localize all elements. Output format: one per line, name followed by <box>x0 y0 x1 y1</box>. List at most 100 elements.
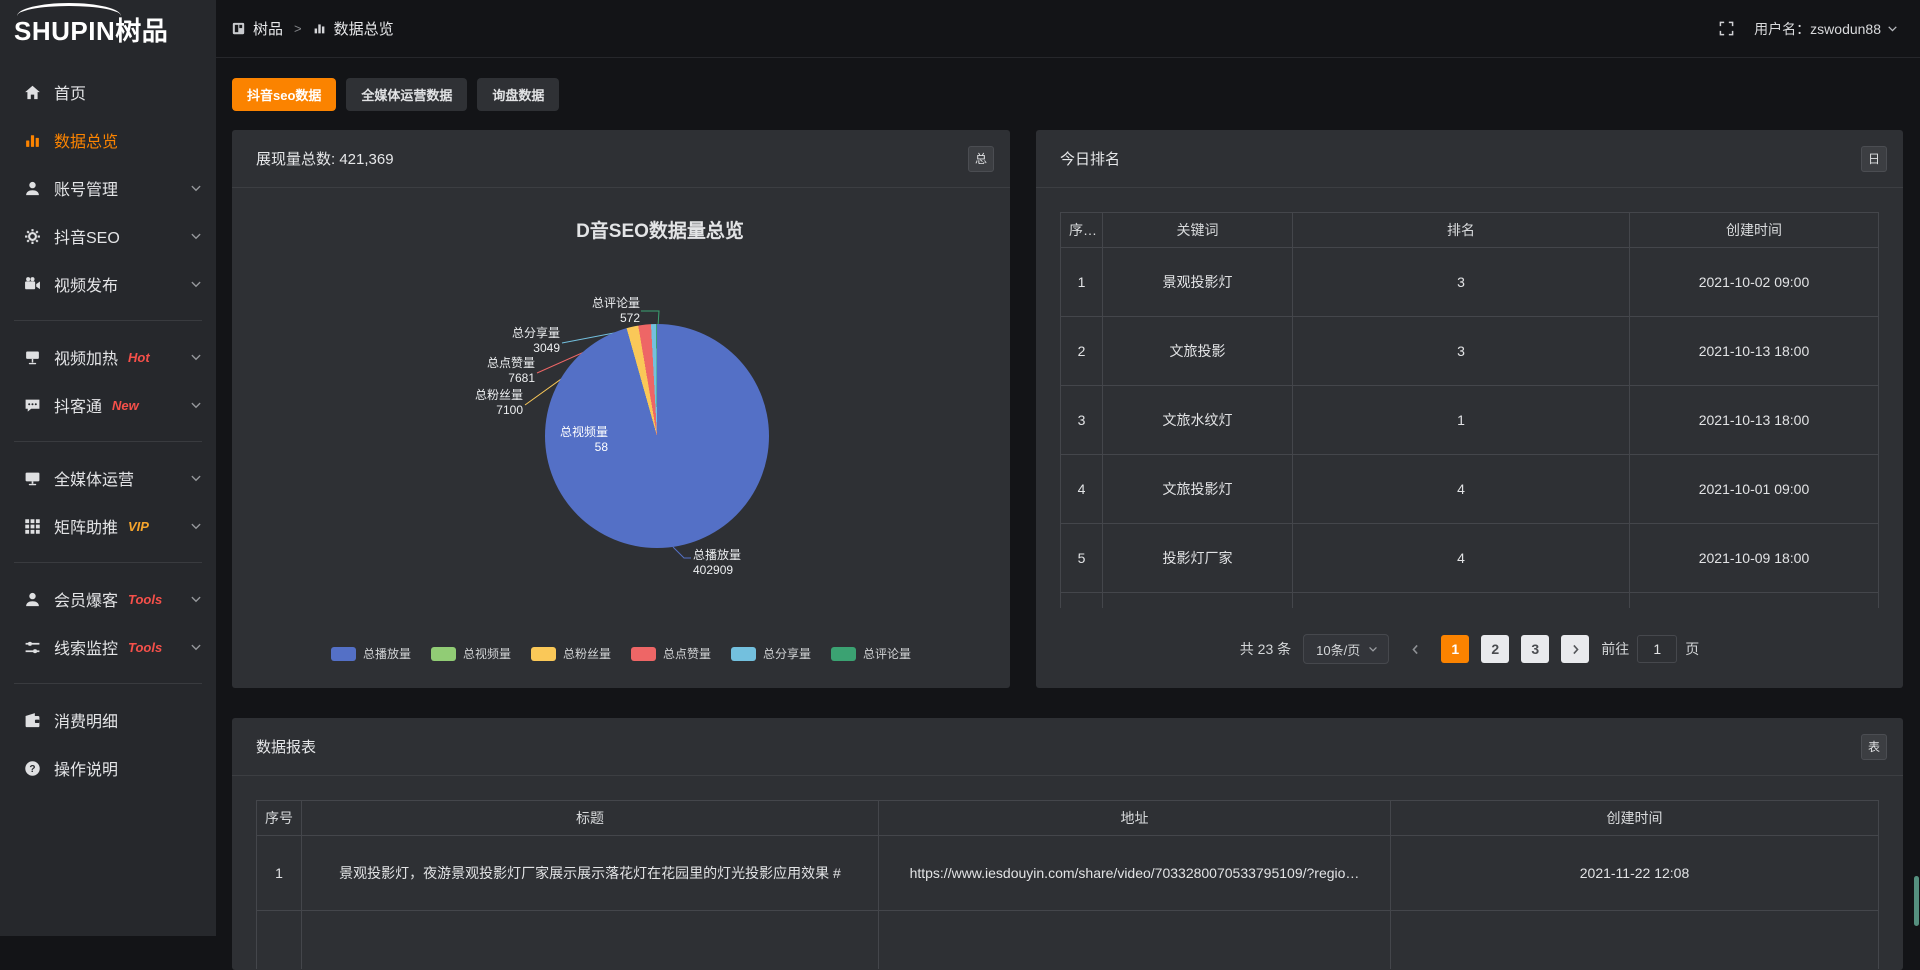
chevron-down-icon <box>190 593 202 605</box>
scrollbar-thumb[interactable] <box>1914 876 1919 926</box>
sidebar-item-lead-monitor[interactable]: 线索监控 Tools <box>0 623 216 671</box>
sidebar-item-label: 首页 <box>54 80 86 104</box>
day-toggle-button[interactable]: 日 <box>1861 146 1887 172</box>
ranking-table-wrap: 序号 关键词 排名 创建时间 1景观投影灯32021-10-02 09:00 2… <box>1036 188 1903 608</box>
chevron-down-icon <box>1368 644 1378 654</box>
legend-swatch <box>631 647 656 661</box>
sidebar-item-matrix-boost[interactable]: 矩阵助推 VIP <box>0 502 216 550</box>
sidebar-item-label: 视频发布 <box>54 272 118 296</box>
seo-overview-panel: 展现量总数: 421,369 总 D音SEO数据量总览 总评论量572 总分 <box>232 130 1010 688</box>
tab-media-operation-data[interactable]: 全媒体运营数据 <box>346 78 467 111</box>
legend-item[interactable]: 总分享量 <box>731 645 811 662</box>
logo[interactable]: SHUPIN树品 <box>0 0 216 58</box>
sidebar-item-label: 视频加热 <box>54 345 118 369</box>
hot-badge: Hot <box>128 350 150 365</box>
table-row-partial <box>1061 593 1879 608</box>
breadcrumb-separator: > <box>294 21 302 36</box>
topbar-right: 用户名：zswodun88 <box>1719 19 1898 39</box>
page-button-1[interactable]: 1 <box>1441 635 1469 663</box>
app-square-icon <box>232 22 245 35</box>
chevron-down-icon <box>190 399 202 411</box>
pie-label-plays: 总播放量402909 <box>693 548 785 578</box>
page-size-select[interactable]: 10条/页 <box>1303 634 1389 664</box>
sidebar-item-label: 抖音SEO <box>54 224 120 248</box>
label-connector-line <box>673 547 691 558</box>
column-header: 序号 <box>257 801 302 836</box>
tab-inquiry-data[interactable]: 询盘数据 <box>477 78 559 111</box>
next-page-button[interactable] <box>1561 635 1589 663</box>
column-header: 创建时间 <box>1391 801 1879 836</box>
today-ranking-panel: 今日排名 日 序号 关键词 排名 创建时间 <box>1036 130 1903 688</box>
sidebar-item-account[interactable]: 账号管理 <box>0 164 216 212</box>
user-icon <box>24 180 41 197</box>
legend-item[interactable]: 总视频量 <box>431 645 511 662</box>
chevron-down-icon <box>190 520 202 532</box>
table-toggle-button[interactable]: 表 <box>1861 734 1887 760</box>
goto-page-input[interactable] <box>1637 635 1677 663</box>
fullscreen-icon[interactable] <box>1719 21 1734 36</box>
table-row: 5投影灯厂家42021-10-09 18:00 <box>1061 524 1879 593</box>
video-camera-icon <box>24 276 41 293</box>
legend-item[interactable]: 总播放量 <box>331 645 411 662</box>
menu-divider <box>14 683 202 684</box>
ranking-table: 序号 关键词 排名 创建时间 1景观投影灯32021-10-02 09:00 2… <box>1060 212 1879 608</box>
sidebar-item-label: 矩阵助推 <box>54 514 118 538</box>
sidebar-item-douketong[interactable]: 抖客通 New <box>0 381 216 429</box>
sliders-icon <box>24 639 41 656</box>
menu-divider <box>14 562 202 563</box>
legend-item[interactable]: 总点赞量 <box>631 645 711 662</box>
legend-swatch <box>431 647 456 661</box>
legend-swatch <box>831 647 856 661</box>
sidebar-item-label: 消费明细 <box>54 708 118 732</box>
sidebar-item-douyin-seo[interactable]: 抖音SEO <box>0 212 216 260</box>
column-header: 地址 <box>879 801 1391 836</box>
new-badge: New <box>112 398 139 413</box>
prev-page-button[interactable] <box>1401 635 1429 663</box>
table-header-row: 序号 标题 地址 创建时间 <box>257 801 1879 836</box>
sidebar-item-member-baoke[interactable]: 会员爆客 Tools <box>0 575 216 623</box>
sidebar-item-video-heat[interactable]: 视频加热 Hot <box>0 333 216 381</box>
pagination-total: 共 23 条 <box>1240 639 1291 659</box>
chevron-left-icon <box>1409 643 1422 656</box>
table-row: 1景观投影灯32021-10-02 09:00 <box>1061 248 1879 317</box>
legend-swatch <box>331 647 356 661</box>
sidebar-item-home[interactable]: 首页 <box>0 68 216 116</box>
data-source-tabs: 抖音seo数据 全媒体运营数据 询盘数据 <box>232 78 559 111</box>
chart-title: D音SEO数据量总览 <box>576 216 744 243</box>
pie-label-likes: 总点赞量7681 <box>465 356 535 386</box>
page-button-2[interactable]: 2 <box>1481 635 1509 663</box>
tools-badge: Tools <box>128 592 162 607</box>
sidebar-item-consumption-detail[interactable]: 消费明细 <box>0 696 216 744</box>
sidebar-item-video-publish[interactable]: 视频发布 <box>0 260 216 308</box>
sidebar-item-media-operation[interactable]: 全媒体运营 <box>0 454 216 502</box>
page-button-3[interactable]: 3 <box>1521 635 1549 663</box>
logo-text: SHUPIN树品 <box>14 11 168 48</box>
tab-douyin-seo-data[interactable]: 抖音seo数据 <box>232 78 336 111</box>
table-row-partial <box>257 911 1879 969</box>
legend-swatch <box>531 647 556 661</box>
sidebar-item-data-overview[interactable]: 数据总览 <box>0 116 216 164</box>
pie-label-videos: 总视频量58 <box>540 425 608 455</box>
panel-header: 今日排名 日 <box>1036 130 1903 188</box>
user-menu[interactable]: 用户名：zswodun88 <box>1754 19 1898 39</box>
sidebar-item-instructions[interactable]: ? 操作说明 <box>0 744 216 792</box>
chevron-right-icon <box>1569 643 1582 656</box>
grid-icon <box>24 518 41 535</box>
tools-badge: Tools <box>128 640 162 655</box>
breadcrumb-root[interactable]: 树品 <box>253 18 283 39</box>
svg-text:?: ? <box>29 763 35 774</box>
column-header: 标题 <box>302 801 879 836</box>
logo-arc-icon <box>17 3 121 16</box>
breadcrumb-current[interactable]: 数据总览 <box>334 18 394 39</box>
goto-label: 前往 <box>1601 639 1629 659</box>
chart-legend: 总播放量 总视频量 总粉丝量 总点赞量 总分享量 总评论量 <box>232 645 1010 662</box>
chevron-down-icon <box>1887 23 1898 34</box>
bar-chart-icon <box>24 132 41 149</box>
legend-item[interactable]: 总粉丝量 <box>531 645 611 662</box>
pie-label-shares: 总分享量3049 <box>490 326 560 356</box>
video-url-link[interactable]: https://www.iesdouyin.com/share/video/70… <box>879 836 1391 911</box>
legend-item[interactable]: 总评论量 <box>831 645 911 662</box>
chat-icon <box>24 397 41 414</box>
pie-label-comments: 总评论量572 <box>560 296 640 326</box>
main-content: 抖音seo数据 全媒体运营数据 询盘数据 展现量总数: 421,369 总 D音… <box>216 0 1920 936</box>
